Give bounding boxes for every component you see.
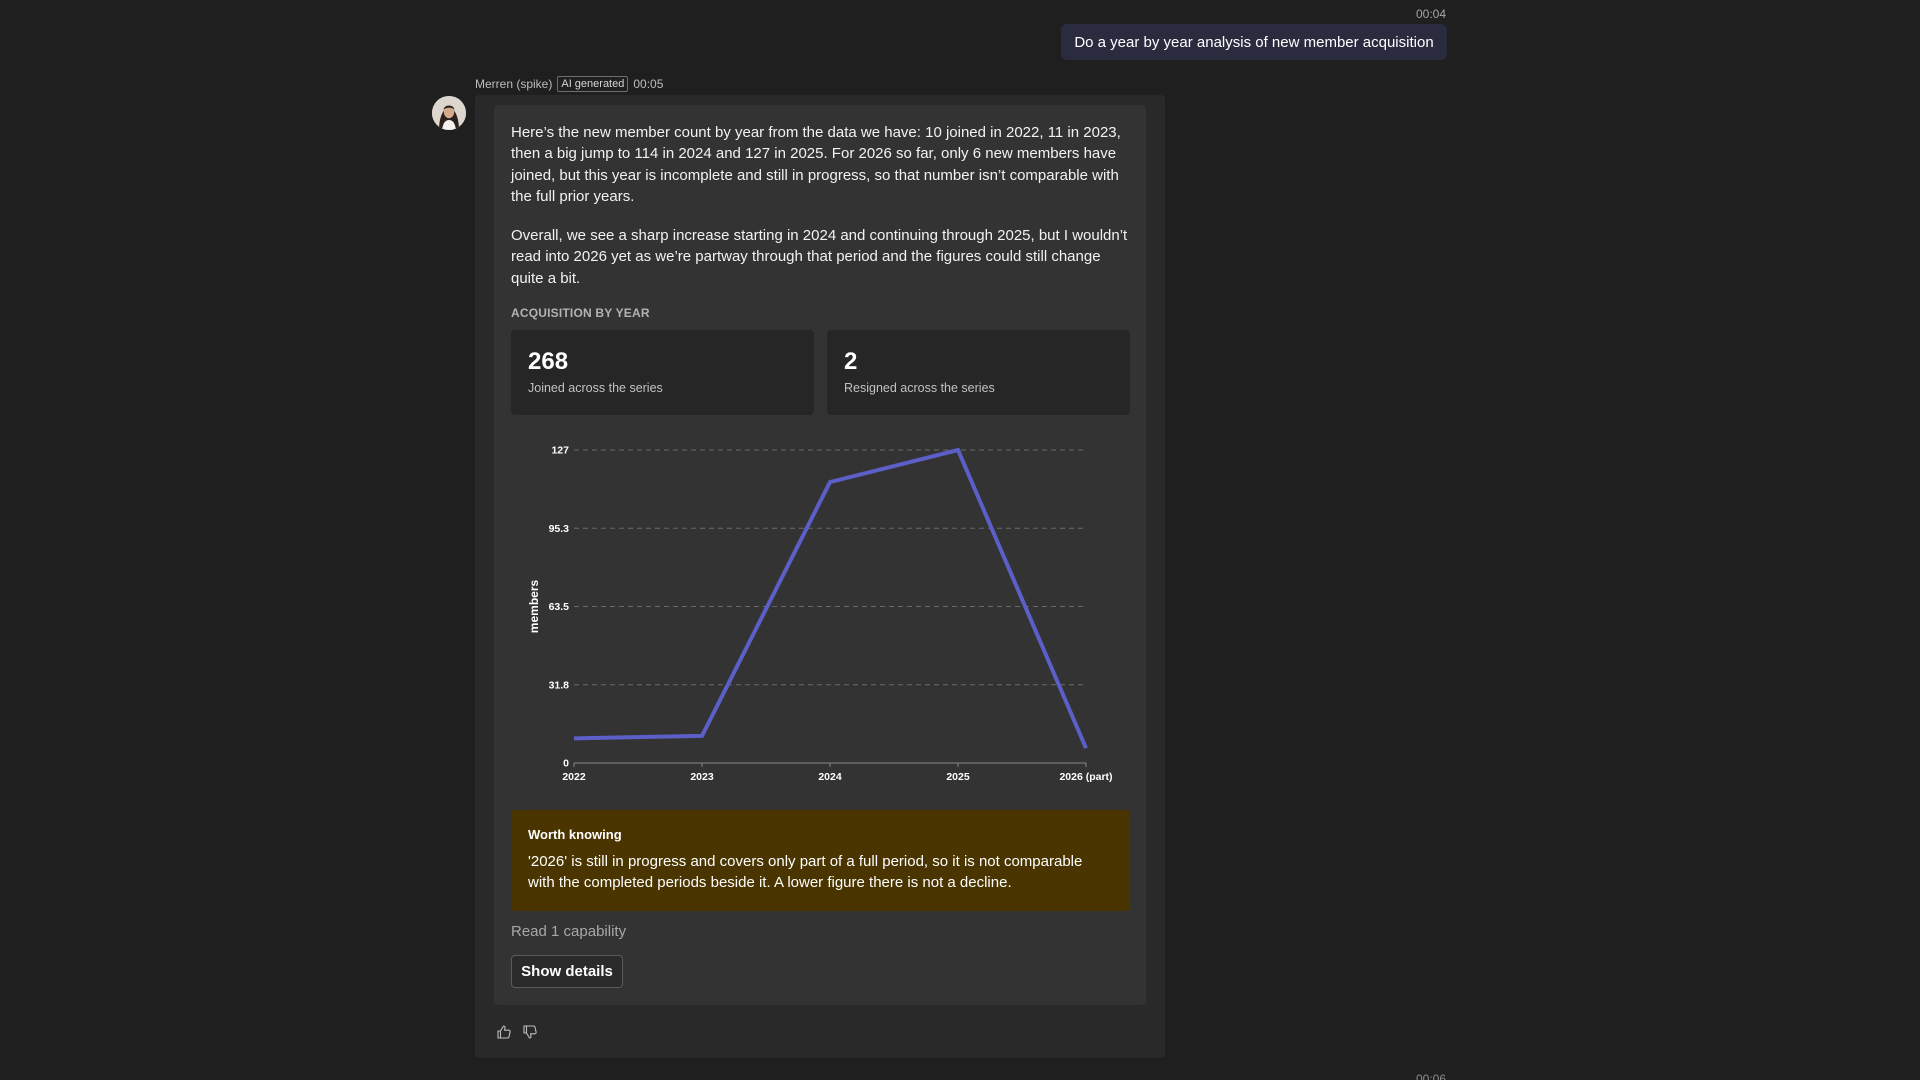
- bot-author-name[interactable]: Merren (spike): [475, 77, 552, 91]
- x-tick-label: 2026 (part): [1059, 771, 1112, 783]
- user-message-time: 00:04: [1415, 7, 1446, 21]
- resigned-stat-tile: 2 Resigned across the series: [827, 330, 1130, 415]
- show-details-button[interactable]: Show details: [511, 955, 623, 988]
- thumbs-up-icon[interactable]: [496, 1024, 512, 1040]
- y-tick-label: 127: [551, 445, 569, 457]
- next-message-time: 00:06: [1415, 1072, 1446, 1080]
- avatar-portrait-icon: [432, 96, 466, 130]
- summary-paragraph: Here’s the new member count by year from…: [511, 124, 1121, 205]
- x-tick-label: 2024: [818, 771, 842, 783]
- ai-generated-badge: AI generated: [557, 76, 629, 92]
- resigned-stat-caption: Resigned across the series: [844, 381, 995, 395]
- y-tick-label: 95.3: [549, 523, 570, 535]
- y-tick-label: 31.8: [549, 679, 570, 691]
- user-message-bubble[interactable]: Do a year by year analysis of new member…: [1061, 24, 1447, 60]
- section-label: ACQUISITION BY YEAR: [511, 306, 650, 320]
- thumbs-down-icon[interactable]: [522, 1024, 538, 1040]
- x-tick-label: 2025: [946, 771, 970, 783]
- resigned-stat-value: 2: [844, 348, 858, 375]
- notice-title: Worth knowing: [528, 827, 622, 842]
- bot-message-header: Merren (spike) AI generated 00:05: [475, 76, 663, 92]
- x-tick-label: 2022: [562, 771, 586, 783]
- worth-knowing-notice: Worth knowing '2026' is still in progres…: [511, 810, 1130, 911]
- y-tick-label: 63.5: [549, 601, 570, 613]
- capability-text: Read 1 capability: [511, 923, 627, 940]
- joined-stat-caption: Joined across the series: [528, 381, 663, 395]
- acquisition-line-chart: 0 31.8 63.5 95.3 127 2022 2023 2024 2025 2026 (pa…: [511, 430, 1131, 800]
- bot-avatar[interactable]: [432, 96, 466, 130]
- bot-message-time: 00:05: [633, 77, 664, 91]
- y-tick-label: 0: [563, 758, 569, 770]
- chat-pane: 00:04 Do a year by year analysis of new …: [0, 0, 1920, 1080]
- notice-text: '2026' is still in progress and covers o…: [528, 853, 1083, 892]
- y-axis-label: members: [527, 580, 541, 634]
- chart-svg: 0 31.8 63.5 95.3 127 2022 2023 2024 2025 2026 (pa…: [527, 445, 1113, 784]
- joined-stat-value: 268: [528, 348, 569, 375]
- x-tick-label: 2023: [690, 771, 714, 783]
- series-line-new-members: [573, 447, 1088, 750]
- caveat-paragraph: Overall, we see a sharp increase startin…: [511, 227, 1128, 287]
- joined-stat-tile: 268 Joined across the series: [511, 330, 814, 415]
